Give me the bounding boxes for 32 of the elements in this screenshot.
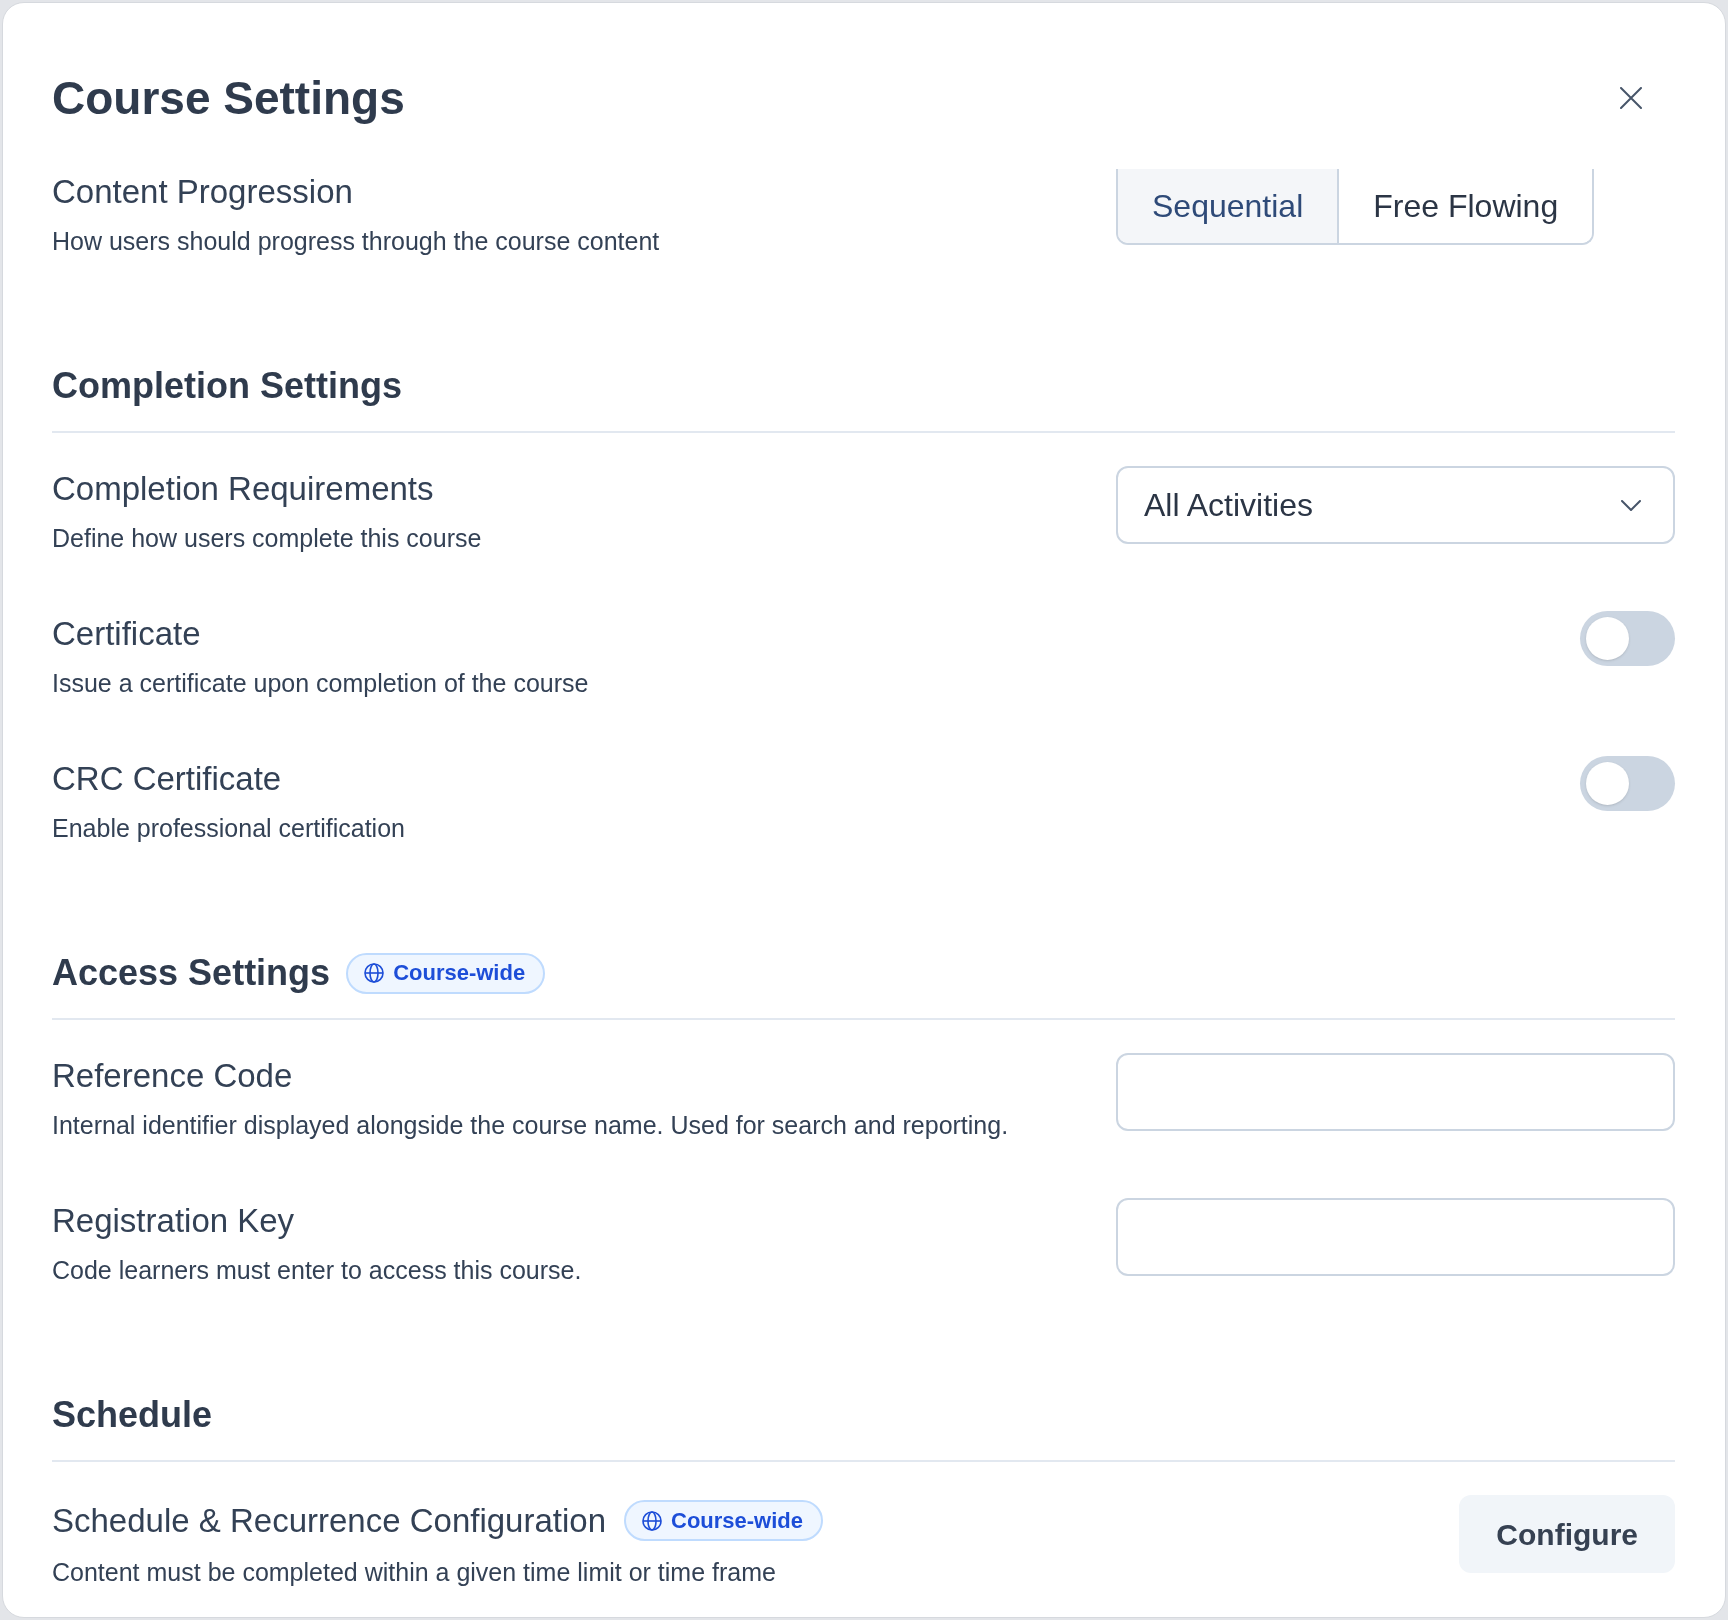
- setting-description: Code learners must enter to access this course.: [52, 1255, 583, 1285]
- configure-button[interactable]: Configure: [1459, 1495, 1675, 1573]
- setting-label: Reference Code: [52, 1058, 293, 1094]
- globe-icon: [364, 963, 385, 983]
- setting-description: Issue a certificate upon completion of the course: [52, 668, 590, 698]
- close-icon: [1620, 87, 1642, 109]
- setting-description: Content must be completed within a given time limit or time frame: [52, 1557, 777, 1587]
- chevron-down-icon: [1621, 499, 1641, 511]
- toggle-switch[interactable]: [1580, 756, 1675, 811]
- setting-description: Internal identifier displayed alongside the course name. Used for search and reporting.: [52, 1110, 1010, 1140]
- dialog-title: Course Settings: [52, 71, 405, 125]
- section-heading: Completion Settings: [52, 364, 402, 408]
- setting-label: CRC Certificate: [52, 761, 282, 797]
- section-heading: Access Settings: [52, 951, 331, 995]
- setting-label: Schedule & Recurrence Configuration: [52, 1502, 606, 1539]
- scope-tag-text: Course-wide: [671, 1507, 804, 1534]
- text-input[interactable]: [1116, 1053, 1675, 1131]
- segment-tab[interactable]: Sequential: [1118, 169, 1338, 243]
- setting-description: Define how users complete this course: [52, 523, 483, 553]
- setting-description: How users should progress through the course content: [52, 226, 661, 256]
- dropdown-select[interactable]: All Activities: [1116, 466, 1675, 544]
- section-heading: Schedule: [52, 1393, 213, 1437]
- setting-label: Completion Requirements: [52, 471, 434, 507]
- globe-icon: [642, 1510, 662, 1531]
- setting-description: Enable professional certification: [52, 813, 406, 843]
- text-input[interactable]: [1116, 1198, 1675, 1276]
- segment-tab[interactable]: Free Flowing: [1337, 169, 1593, 243]
- setting-label: Content Progression: [52, 174, 353, 210]
- toggle-switch[interactable]: [1580, 611, 1675, 666]
- scope-tag-text: Course-wide: [393, 960, 526, 986]
- setting-label: Certificate: [52, 616, 201, 652]
- setting-label: Registration Key: [52, 1203, 295, 1239]
